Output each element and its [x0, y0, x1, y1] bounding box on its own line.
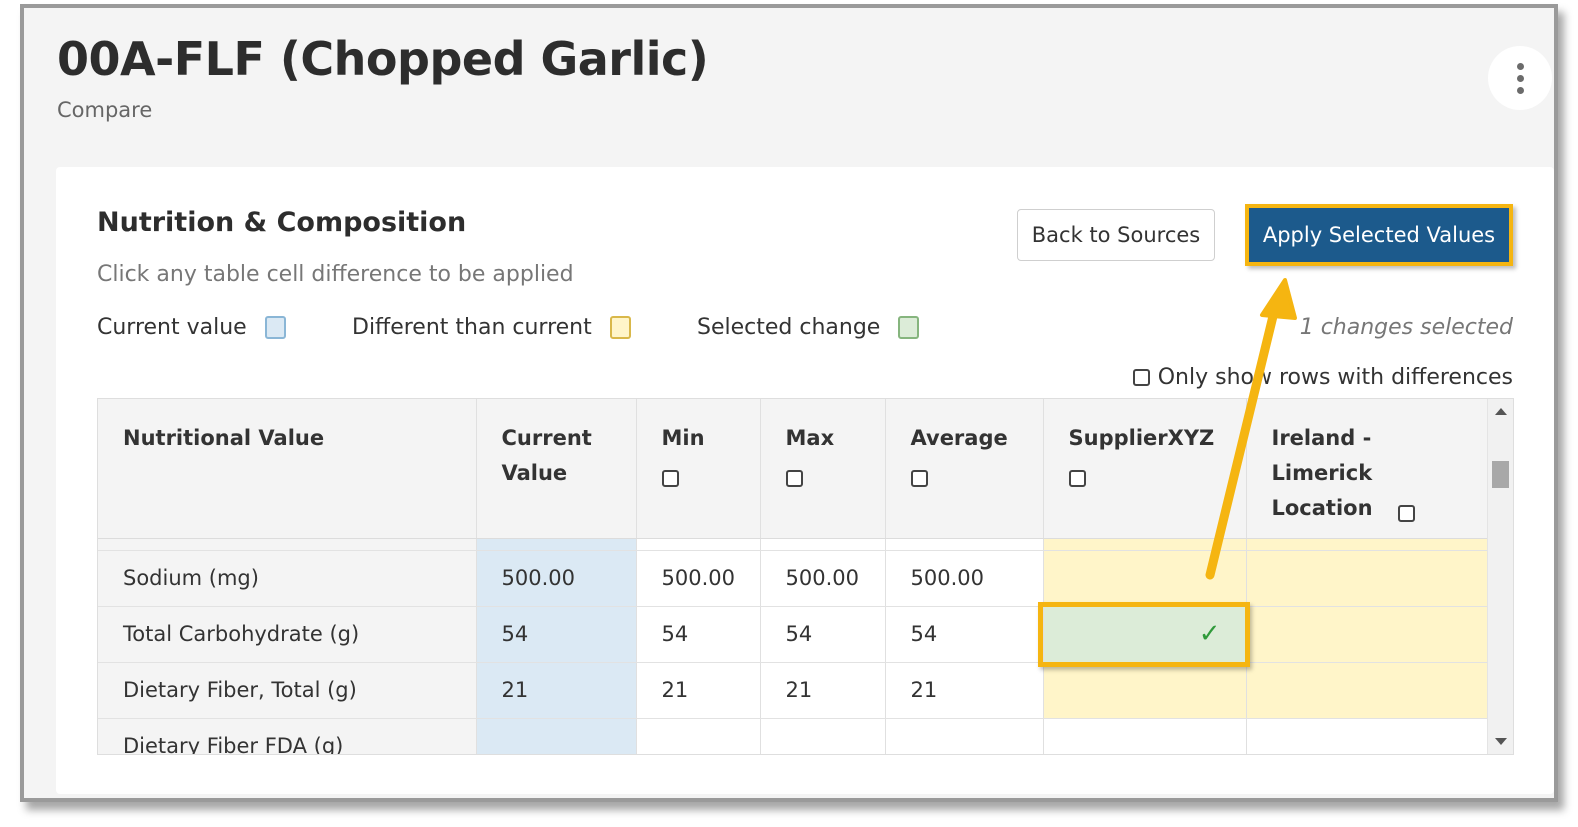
compare-card: Nutrition & Composition Click any table … [56, 167, 1554, 794]
only-differences-toggle[interactable]: Only show rows with differences [1132, 365, 1513, 390]
row-label: Total Carbohydrate (g) [98, 606, 477, 663]
table-row: Total Carbohydrate (g) 54 54 54 54 ✓ [98, 601, 1489, 666]
back-to-sources-button[interactable]: Back to Sources [1017, 209, 1215, 261]
col-header-label: Ireland - Limerick Location [1271, 426, 1373, 520]
table-row: Dietary Fiber, Total (g) 21 21 21 21 [98, 662, 1489, 719]
max-cell[interactable]: 54 [760, 606, 886, 663]
legend-different-label: Different than current [352, 315, 592, 340]
vertical-ellipsis-icon [1516, 62, 1524, 70]
ireland-cell[interactable] [1246, 662, 1489, 719]
legend-current-label: Current value [97, 315, 247, 340]
current-value-swatch [264, 316, 286, 339]
scroll-up-icon[interactable] [1495, 408, 1507, 415]
supplierxyz-cell[interactable] [1043, 718, 1247, 754]
ireland-cell[interactable] [1246, 606, 1489, 663]
col-header-label: Max [785, 426, 835, 450]
table-scrollbar[interactable] [1487, 399, 1513, 754]
row-label: Dietary Fiber FDA (g) [98, 718, 477, 754]
page-title: 00A-FLF (Chopped Garlic) [57, 32, 709, 86]
average-cell[interactable] [885, 718, 1044, 754]
col-current-value: Current Value [476, 399, 637, 539]
vertical-ellipsis-icon-dot [1516, 74, 1524, 82]
min-cell[interactable]: 54 [636, 606, 761, 663]
legend-different: Different than current [352, 315, 631, 340]
col-min: Min [636, 399, 761, 539]
current-value-cell [476, 718, 637, 754]
col-ireland-limerick: Ireland - Limerick Location [1246, 399, 1489, 539]
apply-button-highlight: Apply Selected Values [1245, 204, 1513, 266]
current-value-cell: 54 [476, 606, 637, 663]
col-nutritional-value: Nutritional Value [98, 399, 477, 539]
table-row-spacer [98, 538, 1489, 551]
current-value-cell: 500.00 [476, 550, 637, 607]
only-differences-checkbox[interactable] [1132, 369, 1150, 386]
selected-swatch [898, 316, 920, 339]
min-cell[interactable] [636, 718, 761, 754]
col-average: Average [885, 399, 1044, 539]
max-cell[interactable]: 21 [760, 662, 886, 719]
section-hint: Click any table cell difference to be ap… [97, 262, 574, 287]
supplierxyz-selected-cell[interactable]: ✓ [1037, 601, 1249, 666]
supplierxyz-select-all-checkbox[interactable] [1068, 469, 1086, 487]
average-cell[interactable]: 21 [885, 662, 1044, 719]
supplierxyz-cell[interactable] [1043, 550, 1247, 607]
col-supplierxyz: SupplierXYZ [1043, 399, 1247, 539]
supplierxyz-cell[interactable] [1043, 662, 1247, 719]
col-header-label: Average [910, 426, 1008, 450]
legend-selected: Selected change [697, 315, 920, 340]
section-title: Nutrition & Composition [97, 207, 467, 238]
col-header-label: Min [661, 426, 705, 450]
row-label: Sodium (mg) [98, 550, 477, 607]
app-window: 00A-FLF (Chopped Garlic) Compare Nutriti… [20, 4, 1558, 802]
average-select-all-checkbox[interactable] [910, 469, 928, 487]
more-options-button[interactable] [1488, 46, 1552, 110]
changes-selected-count: 1 changes selected [1299, 315, 1513, 340]
min-select-all-checkbox[interactable] [661, 469, 679, 487]
col-header-label: Current Value [501, 426, 592, 485]
col-header-label: SupplierXYZ [1068, 426, 1215, 450]
min-cell[interactable]: 500.00 [636, 550, 761, 607]
compare-table: Nutritional Value Current Value Min Max … [98, 399, 1489, 754]
ireland-cell[interactable] [1246, 550, 1489, 607]
compare-table-container: Nutritional Value Current Value Min Max … [97, 398, 1514, 755]
table-row: Sodium (mg) 500.00 500.00 500.00 500.00 [98, 550, 1489, 607]
page-subtitle: Compare [57, 98, 153, 122]
scrollbar-thumb[interactable] [1492, 461, 1509, 488]
row-label: Dietary Fiber, Total (g) [98, 662, 477, 719]
ireland-select-all-checkbox[interactable] [1397, 504, 1415, 522]
max-cell[interactable]: 500.00 [760, 550, 886, 607]
max-cell[interactable] [760, 718, 886, 754]
col-max: Max [760, 399, 886, 539]
only-differences-label: Only show rows with differences [1157, 365, 1513, 390]
average-cell[interactable]: 500.00 [885, 550, 1044, 607]
different-swatch [609, 316, 631, 339]
vertical-ellipsis-icon-dot [1516, 86, 1524, 94]
legend-current: Current value [97, 315, 286, 340]
ireland-cell[interactable] [1246, 718, 1489, 754]
apply-selected-values-button[interactable]: Apply Selected Values [1249, 208, 1509, 262]
current-value-cell: 21 [476, 662, 637, 719]
scroll-down-icon[interactable] [1495, 738, 1507, 745]
legend-selected-label: Selected change [697, 315, 881, 340]
max-select-all-checkbox[interactable] [785, 469, 803, 487]
col-header-label: Nutritional Value [123, 426, 325, 450]
min-cell[interactable]: 21 [636, 662, 761, 719]
table-row: Dietary Fiber FDA (g) [98, 718, 1489, 754]
average-cell[interactable]: 54 [885, 606, 1044, 663]
